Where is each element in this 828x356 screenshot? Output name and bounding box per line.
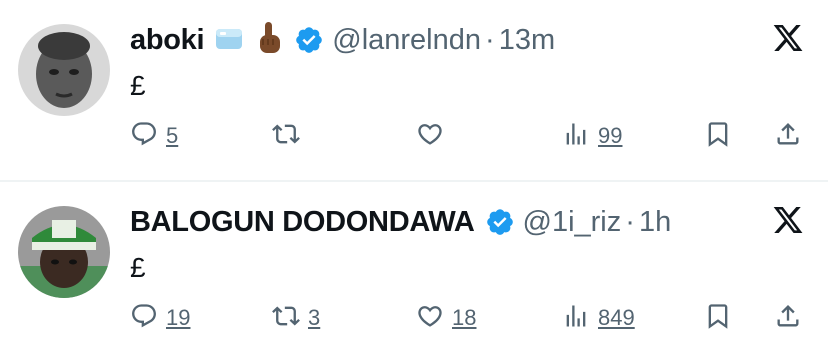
verified-badge-icon: [485, 207, 515, 237]
reply-count: 5: [166, 123, 179, 148]
separator-dot: ·: [625, 205, 635, 238]
action-bar: 5 99: [130, 118, 810, 154]
tweet[interactable]: BALOGUN DODONDAWA @1i_riz · 1h £ 19 3 18…: [0, 182, 828, 356]
display-name[interactable]: aboki: [130, 24, 205, 57]
bookmark-icon: [704, 302, 732, 335]
heart-icon: [416, 120, 444, 153]
bookmark-icon: [704, 120, 732, 153]
bookmark-button[interactable]: [704, 300, 732, 336]
pointing-up-icon: [254, 21, 284, 60]
repost-button[interactable]: 3: [272, 300, 320, 336]
tweet-header: aboki @lanrelndn · 13m: [130, 21, 555, 60]
action-bar: 19 3 18 849: [130, 300, 810, 336]
views-count: 99: [598, 123, 623, 148]
bookmark-button[interactable]: [704, 118, 732, 154]
avatar[interactable]: [18, 24, 110, 116]
tweet-text: £: [130, 252, 146, 283]
ice-cube-icon: [214, 23, 244, 58]
tweet[interactable]: aboki @lanrelndn · 13m £ 5 99: [0, 0, 828, 180]
separator-dot: ·: [485, 23, 495, 56]
views-icon: [562, 120, 590, 153]
repost-icon: [272, 302, 300, 335]
timestamp[interactable]: 1h: [639, 206, 671, 239]
tweet-text: £: [130, 70, 146, 101]
views-count: 849: [598, 305, 635, 330]
reply-icon: [130, 302, 158, 335]
share-icon: [774, 302, 802, 335]
user-handle[interactable]: @1i_riz: [523, 206, 622, 239]
views-button[interactable]: 99: [562, 118, 622, 154]
tweet-header: BALOGUN DODONDAWA @1i_riz · 1h: [130, 204, 671, 240]
reply-count: 19: [166, 305, 191, 330]
x-logo-icon: [772, 22, 804, 54]
like-count: 18: [452, 305, 477, 330]
timestamp[interactable]: 13m: [499, 24, 555, 57]
views-button[interactable]: 849: [562, 300, 635, 336]
reply-button[interactable]: 5: [130, 118, 178, 154]
heart-icon: [416, 302, 444, 335]
display-name[interactable]: BALOGUN DODONDAWA: [130, 206, 475, 239]
reply-icon: [130, 120, 158, 153]
like-button[interactable]: [416, 118, 452, 154]
share-icon: [774, 120, 802, 153]
reply-button[interactable]: 19: [130, 300, 190, 336]
like-button[interactable]: 18: [416, 300, 476, 336]
views-icon: [562, 302, 590, 335]
share-button[interactable]: [774, 300, 802, 336]
avatar[interactable]: [18, 206, 110, 298]
verified-badge-icon: [294, 25, 324, 55]
repost-count: 3: [308, 305, 321, 330]
user-handle[interactable]: @lanrelndn: [332, 24, 481, 57]
share-button[interactable]: [774, 118, 802, 154]
repost-button[interactable]: [272, 118, 308, 154]
repost-icon: [272, 120, 300, 153]
x-logo-icon: [772, 204, 804, 236]
